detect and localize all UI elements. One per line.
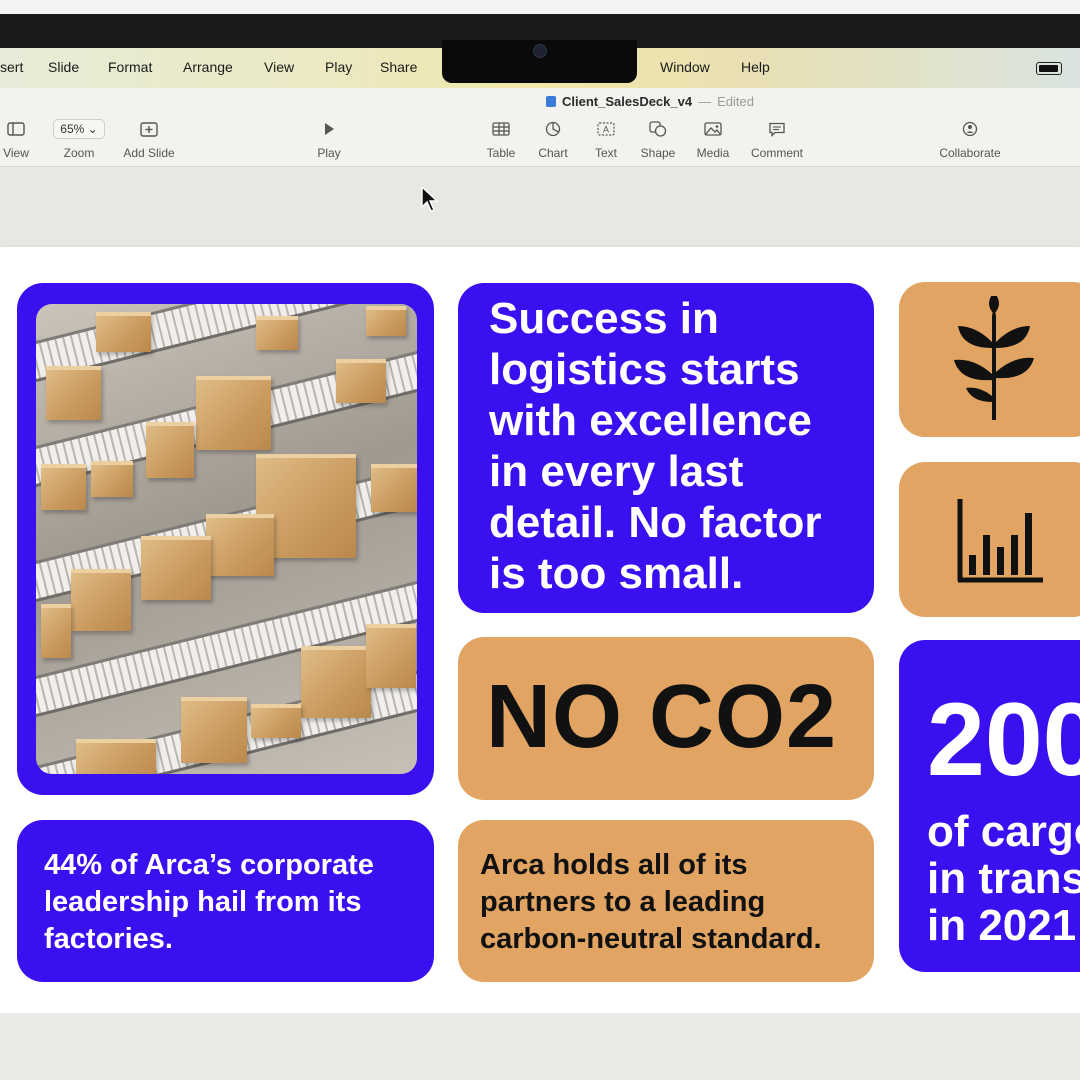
menu-window[interactable]: Window xyxy=(660,59,710,75)
svg-text:A: A xyxy=(603,125,609,135)
zoom-dropdown[interactable]: 65% ⌄ xyxy=(53,118,105,140)
cardboard-box xyxy=(206,514,274,576)
slide-canvas[interactable]: Success in logistics starts with excelle… xyxy=(0,247,1080,1013)
chart-label: Chart xyxy=(538,146,568,160)
title-separator: — xyxy=(698,94,712,109)
stat-caption[interactable]: of cargo in transit in 2021 xyxy=(927,808,1080,949)
cardboard-box xyxy=(46,366,101,420)
comment-label: Comment xyxy=(750,146,803,160)
cardboard-box xyxy=(366,624,416,688)
cardboard-box xyxy=(146,422,194,478)
photo-tile[interactable] xyxy=(17,283,434,795)
sidebar-icon xyxy=(7,118,25,140)
cardboard-box xyxy=(301,646,371,718)
menu-help[interactable]: Help xyxy=(741,59,770,75)
menu-insert[interactable]: sert xyxy=(0,59,23,75)
play-label: Play xyxy=(317,146,341,160)
zoom-value: 65% xyxy=(60,122,85,136)
menu-share[interactable]: Share xyxy=(380,59,417,75)
cardboard-box xyxy=(71,569,131,631)
add-slide-button[interactable]: Add Slide xyxy=(114,118,184,160)
menu-arrange[interactable]: Arrange xyxy=(183,59,233,75)
cardboard-box xyxy=(196,376,271,450)
partners-tile[interactable]: Arca holds all of its partners to a lead… xyxy=(458,820,874,982)
zoom-control[interactable]: 65% ⌄ Zoom xyxy=(44,118,114,160)
table-label: Table xyxy=(486,146,516,160)
screen-bezel xyxy=(0,0,1080,14)
play-button[interactable]: Play xyxy=(294,118,364,160)
mouse-cursor-icon xyxy=(421,186,439,212)
menu-play[interactable]: Play xyxy=(325,59,352,75)
leadership-text[interactable]: 44% of Arca’s corporate leadership hail … xyxy=(44,847,414,958)
table-icon xyxy=(492,118,510,140)
view-label: View xyxy=(3,146,29,160)
text-box-icon: A xyxy=(597,118,615,140)
shape-label: Shape xyxy=(640,146,676,160)
pie-chart-icon xyxy=(545,118,561,140)
camera-icon xyxy=(533,44,547,58)
cardboard-box xyxy=(256,316,298,350)
chart-icon-tile[interactable] xyxy=(899,462,1080,617)
app-toolbar: Client_SalesDeck_v4 — Edited View 65% ⌄ … xyxy=(0,88,1080,167)
comment-icon xyxy=(768,118,786,140)
partners-text[interactable]: Arca holds all of its partners to a lead… xyxy=(480,847,870,958)
leadership-tile[interactable]: 44% of Arca’s corporate leadership hail … xyxy=(17,820,434,982)
cardboard-box xyxy=(141,536,211,600)
media-label: Media xyxy=(696,146,730,160)
play-icon xyxy=(322,118,336,140)
shape-icon xyxy=(649,118,667,140)
cardboard-box xyxy=(366,306,406,336)
warehouse-conveyor-photo[interactable] xyxy=(36,304,417,774)
plant-icon-tile[interactable] xyxy=(899,282,1080,437)
cardboard-box xyxy=(41,464,86,510)
document-title: Client_SalesDeck_v4 — Edited xyxy=(546,94,754,109)
cardboard-box xyxy=(96,312,151,352)
cardboard-box xyxy=(336,359,386,403)
menu-view[interactable]: View xyxy=(264,59,294,75)
text-label: Text xyxy=(594,146,617,160)
media-button[interactable]: Media xyxy=(678,118,748,160)
menu-format[interactable]: Format xyxy=(108,59,152,75)
cardboard-box xyxy=(91,461,133,497)
stat-number[interactable]: 200 xyxy=(927,680,1080,800)
stat-tile[interactable]: 200 of cargo in transit in 2021 xyxy=(899,640,1080,972)
battery-icon[interactable] xyxy=(1036,62,1062,75)
cardboard-box xyxy=(41,604,71,658)
photo-icon xyxy=(704,118,722,140)
no-co2-text[interactable]: NO CO2 xyxy=(486,667,837,767)
add-slide-icon xyxy=(140,118,158,140)
menu-slide[interactable]: Slide xyxy=(48,59,79,75)
cardboard-box xyxy=(371,464,417,512)
cardboard-box xyxy=(76,739,156,774)
document-status: Edited xyxy=(717,94,754,109)
no-co2-tile[interactable]: NO CO2 xyxy=(458,637,874,800)
headline-text[interactable]: Success in logistics starts with excelle… xyxy=(489,293,861,599)
collaborate-label: Collaborate xyxy=(939,146,1001,160)
chevron-down-icon: ⌄ xyxy=(87,122,98,136)
headline-tile[interactable]: Success in logistics starts with excelle… xyxy=(458,283,874,613)
canvas-background-bottom xyxy=(0,1013,1080,1080)
plant-icon xyxy=(954,296,1034,420)
bar-chart-icon xyxy=(957,499,1043,583)
comment-button[interactable]: Comment xyxy=(742,118,812,160)
document-name[interactable]: Client_SalesDeck_v4 xyxy=(562,94,692,109)
add-slide-label: Add Slide xyxy=(123,146,175,160)
collaborate-icon xyxy=(961,118,979,140)
cardboard-box xyxy=(181,697,247,763)
collaborate-button[interactable]: Collaborate xyxy=(935,118,1005,160)
cardboard-box xyxy=(251,704,301,738)
keynote-doc-icon xyxy=(546,96,556,107)
zoom-label: Zoom xyxy=(63,146,95,160)
canvas-background xyxy=(0,167,1080,247)
